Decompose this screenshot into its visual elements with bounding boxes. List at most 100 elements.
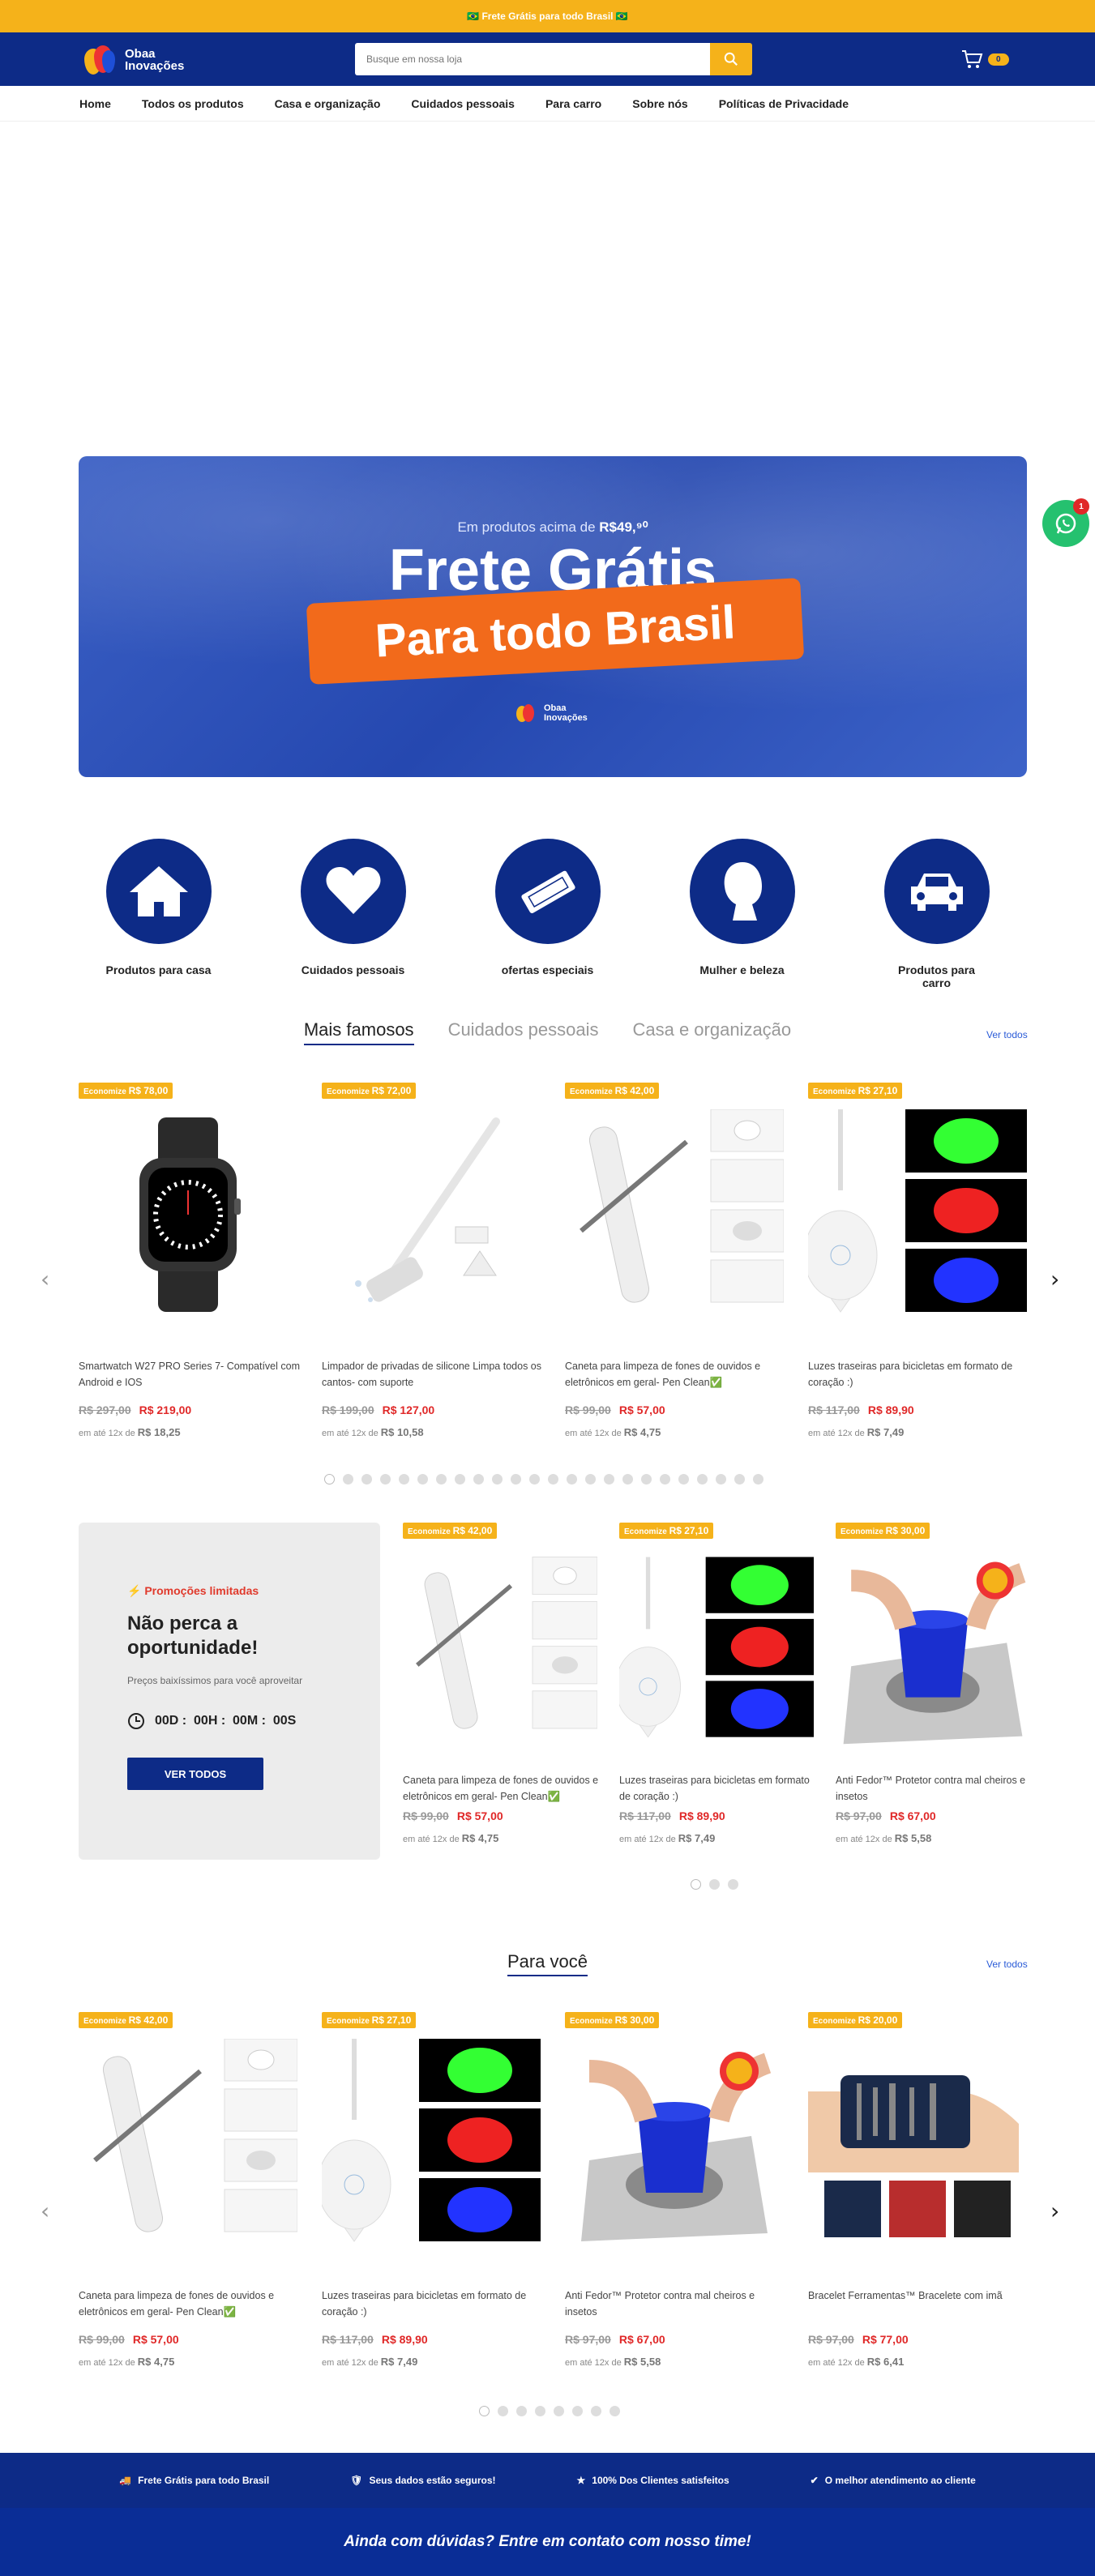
product-name[interactable]: Bracelet Ferramentas™ Bracelete com imã bbox=[808, 2288, 1031, 2304]
category-home[interactable]: Produtos para casa bbox=[105, 839, 212, 989]
carousel-dot[interactable] bbox=[473, 1474, 484, 1485]
product-image[interactable] bbox=[322, 2035, 541, 2253]
tab-famous[interactable]: Mais famosos bbox=[303, 1019, 414, 1045]
product-name[interactable]: Smartwatch W27 PRO Series 7- Compatível … bbox=[79, 1358, 302, 1391]
carousel-dot[interactable] bbox=[716, 1474, 726, 1485]
carousel-dot[interactable] bbox=[709, 1879, 720, 1890]
carousel-dot[interactable] bbox=[622, 1474, 633, 1485]
carousel-dot[interactable] bbox=[591, 2406, 601, 2416]
carousel-dot[interactable] bbox=[436, 1474, 447, 1485]
carousel-dot[interactable] bbox=[479, 2406, 490, 2416]
carousel-dot[interactable] bbox=[660, 1474, 670, 1485]
nav-home[interactable]: Home bbox=[79, 97, 111, 110]
see-all-button[interactable]: VER TODOS bbox=[127, 1758, 263, 1790]
product-card[interactable]: Economize R$ 30,00 Anti Fedor™ Protetor c… bbox=[565, 2012, 808, 2393]
product-image[interactable] bbox=[565, 1105, 784, 1324]
carousel-dot[interactable] bbox=[691, 1879, 701, 1890]
nav-privacy[interactable]: Políticas de Privacidade bbox=[719, 97, 849, 110]
product-name[interactable]: Caneta para limpeza de fones de ouvidos … bbox=[565, 1358, 788, 1391]
for-you-prev-icon[interactable]: ‹ bbox=[41, 2198, 49, 2224]
carousel-dot[interactable] bbox=[728, 1879, 738, 1890]
nav-home-organization[interactable]: Casa e organização bbox=[275, 97, 381, 110]
tab-home-organization[interactable]: Casa e organização bbox=[632, 1019, 791, 1045]
carousel-dot[interactable] bbox=[535, 2406, 545, 2416]
product-name[interactable]: Anti Fedor™ Protetor contra mal cheiros … bbox=[565, 2288, 788, 2320]
carousel-prev-icon[interactable]: ‹ bbox=[41, 1266, 49, 1292]
product-image[interactable] bbox=[79, 1105, 297, 1324]
product-image[interactable] bbox=[836, 1545, 1030, 1756]
product-name[interactable]: Caneta para limpeza de fones de ouvidos … bbox=[79, 2288, 302, 2320]
category-women-beauty[interactable]: Mulher e beleza bbox=[689, 839, 795, 989]
product-card[interactable]: Economize R$ 42,00 Caneta para limpeza de… bbox=[403, 1523, 619, 1860]
for-you-next-icon[interactable]: › bbox=[1050, 2198, 1059, 2224]
product-card[interactable]: Economize R$ 78,00 Smartwatch W27 PRO Ser… bbox=[79, 1083, 322, 1463]
product-image[interactable] bbox=[403, 1545, 597, 1756]
product-card[interactable]: Economize R$ 42,00 Caneta para limpeza de… bbox=[565, 1083, 808, 1463]
see-all-link[interactable]: Ver todos bbox=[986, 1029, 1028, 1040]
category-car[interactable]: Produtos para carro bbox=[883, 839, 990, 989]
cart-button[interactable]: 0 bbox=[960, 49, 1009, 70]
product-card[interactable]: Economize R$ 72,00 Limpador de privadas d… bbox=[322, 1083, 565, 1463]
search-input[interactable] bbox=[355, 43, 710, 75]
carousel-dot[interactable] bbox=[361, 1474, 372, 1485]
product-image[interactable] bbox=[808, 2035, 1027, 2253]
carousel-dot[interactable] bbox=[585, 1474, 596, 1485]
nav-personal-care[interactable]: Cuidados pessoais bbox=[411, 97, 515, 110]
carousel-dot[interactable] bbox=[567, 1474, 577, 1485]
carousel-dot[interactable] bbox=[516, 2406, 527, 2416]
logo-mark bbox=[84, 44, 120, 76]
product-image[interactable] bbox=[619, 1545, 814, 1756]
product-name[interactable]: Anti Fedor™ Protetor contra mal cheiros … bbox=[836, 1772, 1034, 1805]
carousel-dot[interactable] bbox=[455, 1474, 465, 1485]
nav-all-products[interactable]: Todos os produtos bbox=[142, 97, 244, 110]
product-image[interactable] bbox=[565, 2035, 784, 2253]
for-you-carousel-dots bbox=[479, 2406, 620, 2416]
carousel-dot[interactable] bbox=[697, 1474, 708, 1485]
carousel-dot[interactable] bbox=[678, 1474, 689, 1485]
carousel-dot[interactable] bbox=[343, 1474, 353, 1485]
for-you-see-all-link[interactable]: Ver todos bbox=[986, 1959, 1028, 1970]
category-special-offers[interactable]: ofertas especiais bbox=[494, 839, 601, 989]
product-name[interactable]: Luzes traseiras para bicicletas em forma… bbox=[808, 1358, 1031, 1391]
carousel-dot[interactable] bbox=[641, 1474, 652, 1485]
product-name[interactable]: Luzes traseiras para bicicletas em forma… bbox=[322, 2288, 545, 2320]
product-name[interactable]: Limpador de privadas de silicone Limpa t… bbox=[322, 1358, 545, 1391]
product-name[interactable]: Luzes traseiras para bicicletas em forma… bbox=[619, 1772, 818, 1805]
search-button[interactable] bbox=[710, 43, 752, 75]
carousel-dot[interactable] bbox=[399, 1474, 409, 1485]
carousel-dot[interactable] bbox=[572, 2406, 583, 2416]
main-nav: Home Todos os produtos Casa e organizaçã… bbox=[0, 86, 1095, 122]
product-image[interactable] bbox=[808, 1105, 1027, 1324]
whatsapp-button[interactable]: 1 bbox=[1042, 498, 1089, 547]
carousel-dot[interactable] bbox=[554, 2406, 564, 2416]
carousel-dot[interactable] bbox=[511, 1474, 521, 1485]
carousel-dot[interactable] bbox=[548, 1474, 558, 1485]
carousel-dot[interactable] bbox=[492, 1474, 503, 1485]
carousel-dot[interactable] bbox=[734, 1474, 745, 1485]
product-card[interactable]: Economize R$ 20,00 Bracelet Ferramentas™ … bbox=[808, 2012, 1051, 2393]
nav-car[interactable]: Para carro bbox=[545, 97, 601, 110]
product-name[interactable]: Caneta para limpeza de fones de ouvidos … bbox=[403, 1772, 601, 1805]
product-image[interactable] bbox=[322, 1105, 541, 1324]
logo[interactable]: Obaa Inovações bbox=[84, 44, 184, 76]
product-card[interactable]: Economize R$ 27,10 Luzes traseiras para b… bbox=[322, 2012, 565, 2393]
carousel-next-icon[interactable]: › bbox=[1050, 1266, 1059, 1292]
nav-about[interactable]: Sobre nós bbox=[632, 97, 687, 110]
tab-personal-care[interactable]: Cuidados pessoais bbox=[448, 1019, 599, 1045]
product-card[interactable]: Economize R$ 30,00 Anti Fedor™ Protetor c… bbox=[836, 1523, 1052, 1860]
product-card[interactable]: Economize R$ 27,10 Luzes traseiras para b… bbox=[808, 1083, 1051, 1463]
category-personal-care[interactable]: Cuidados pessoais bbox=[300, 839, 406, 989]
product-image[interactable] bbox=[79, 2035, 297, 2253]
carousel-dot[interactable] bbox=[529, 1474, 540, 1485]
carousel-dot[interactable] bbox=[753, 1474, 764, 1485]
carousel-dot[interactable] bbox=[324, 1474, 335, 1485]
product-card[interactable]: Economize R$ 27,10 Luzes traseiras para b… bbox=[619, 1523, 836, 1860]
carousel-dot[interactable] bbox=[604, 1474, 614, 1485]
carousel-dot[interactable] bbox=[498, 2406, 508, 2416]
product-card[interactable]: Economize R$ 42,00 Caneta para limpeza de… bbox=[79, 2012, 322, 2393]
carousel-dot[interactable] bbox=[610, 2406, 620, 2416]
carousel-dot[interactable] bbox=[417, 1474, 428, 1485]
carousel-dot[interactable] bbox=[380, 1474, 391, 1485]
countdown-timer: 00D : 00H : 00M : 00S bbox=[127, 1712, 296, 1730]
hero-banner[interactable]: Em produtos acima de R$49,⁹⁰ Frete Gráti… bbox=[79, 456, 1027, 777]
